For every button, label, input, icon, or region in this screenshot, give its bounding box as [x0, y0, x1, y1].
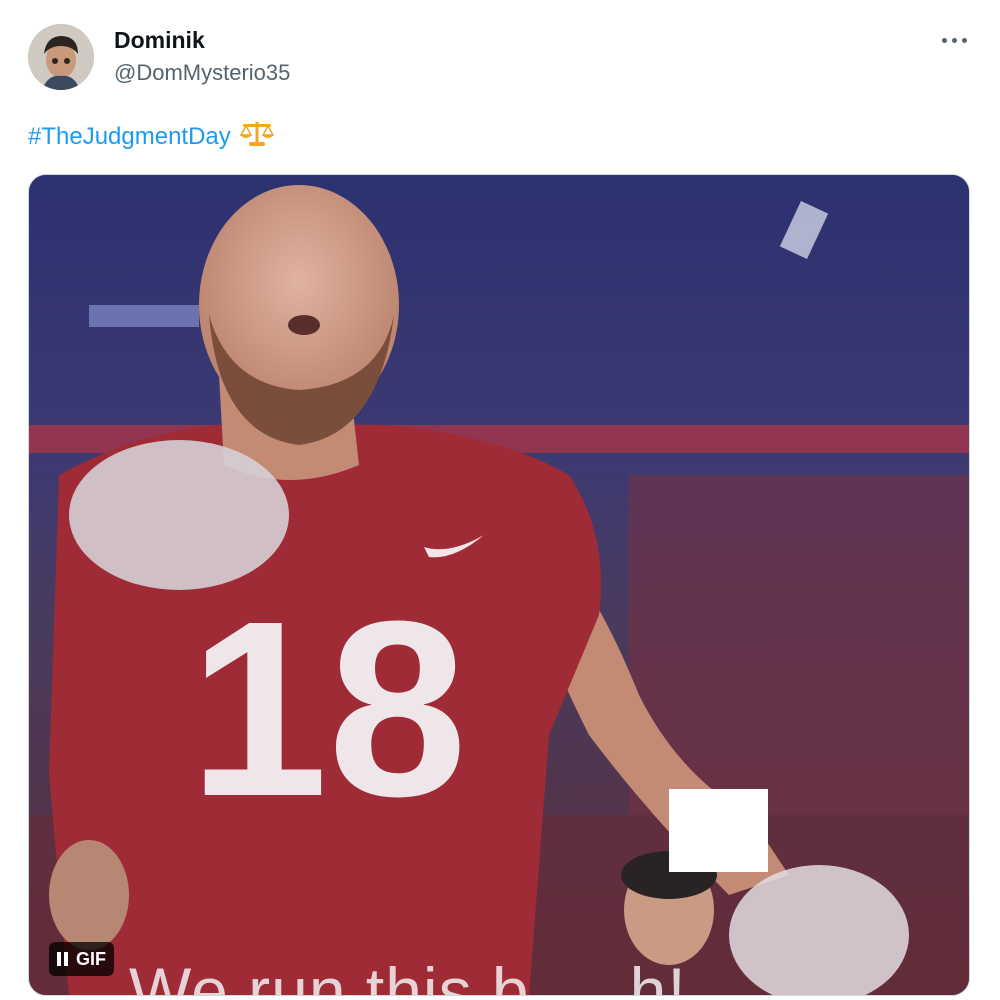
- more-options-icon[interactable]: [940, 30, 970, 50]
- hashtag-link[interactable]: #TheJudgmentDay: [28, 123, 231, 151]
- gif-frame: 18: [29, 175, 969, 995]
- scales-emoji-icon: [239, 118, 275, 155]
- pause-icon: [57, 952, 68, 966]
- author-display-name[interactable]: Dominik: [114, 27, 205, 54]
- gif-label: GIF: [76, 948, 106, 969]
- gif-pause-button[interactable]: GIF: [49, 942, 114, 976]
- author-handle[interactable]: @DomMysterio35: [114, 60, 290, 86]
- tweet-text: #TheJudgmentDay: [28, 118, 275, 155]
- gif-media[interactable]: 18 We run this b h! GIF: [28, 174, 970, 996]
- gif-caption: We run this b h!: [129, 953, 687, 996]
- caption-text: We run this b: [129, 954, 530, 996]
- caption-text-end: h!: [629, 954, 687, 996]
- author-avatar[interactable]: [28, 24, 94, 90]
- tweet-card: Dominik @DomMysterio35 #TheJudgmentDay 1…: [0, 0, 1000, 1000]
- censor-box: [669, 789, 768, 872]
- jersey-number: 18: [189, 569, 467, 848]
